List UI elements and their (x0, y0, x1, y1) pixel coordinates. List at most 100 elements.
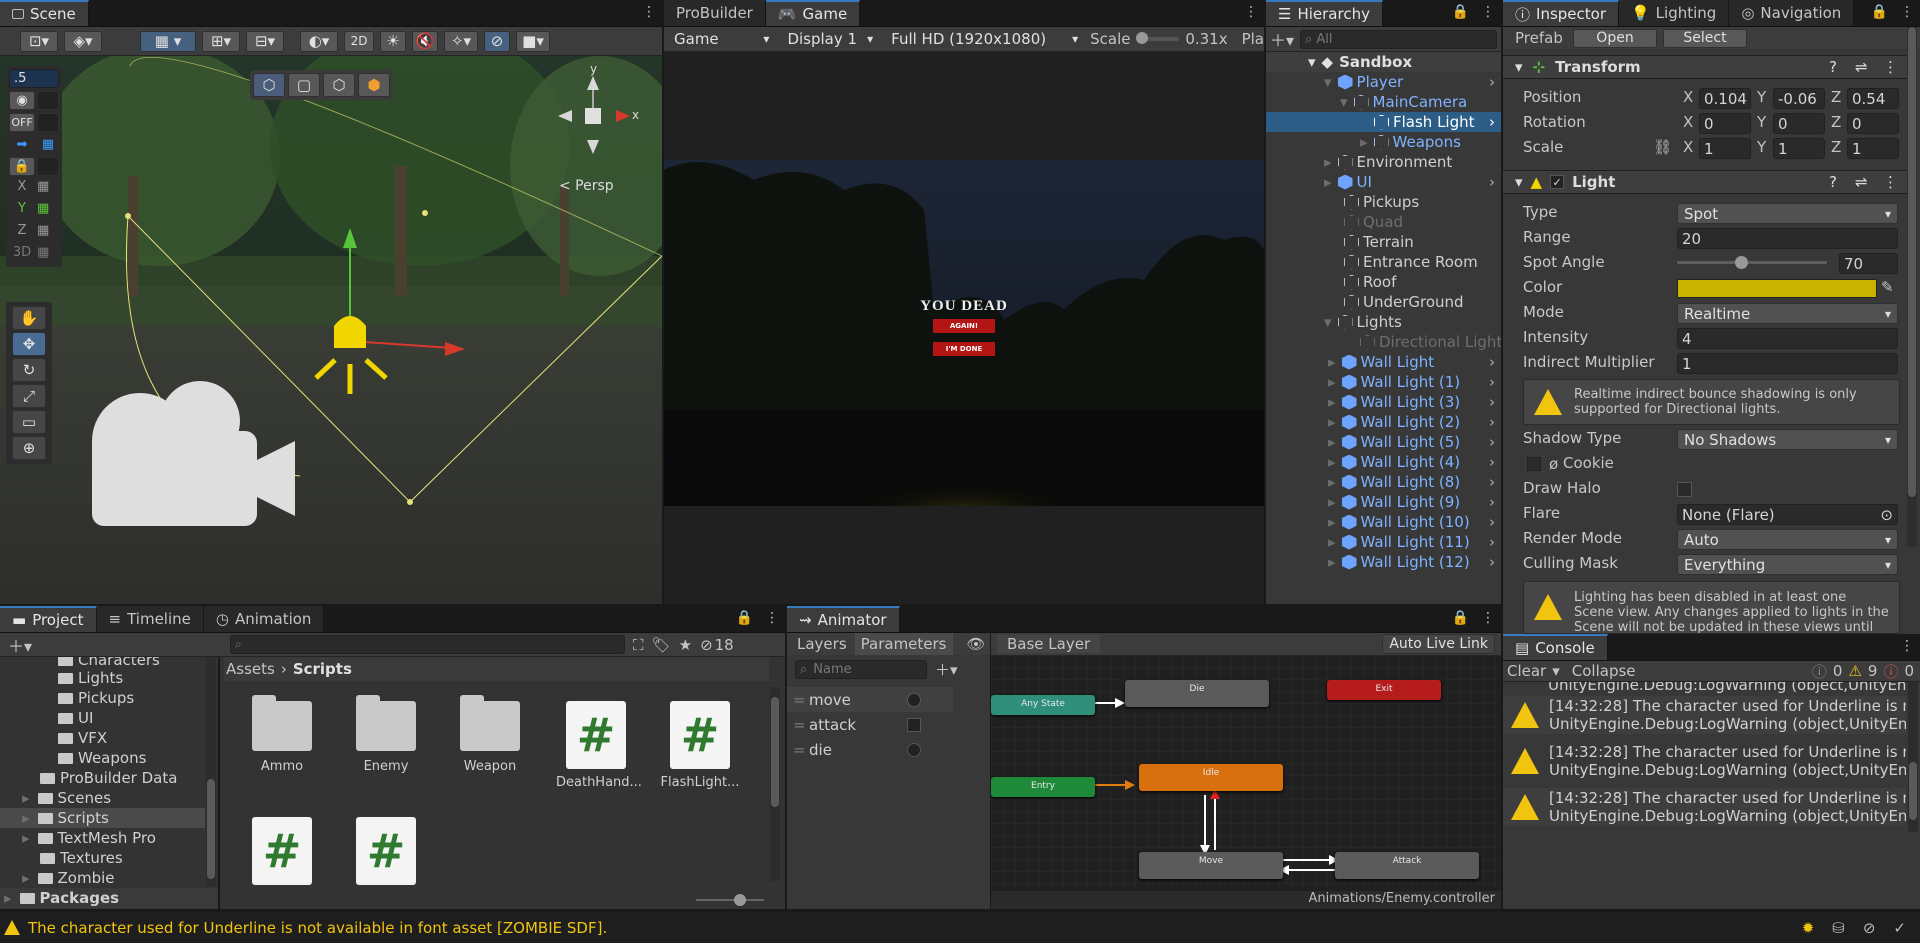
visibility-toggle-row[interactable]: ◉ (9, 91, 59, 110)
tab-layers[interactable]: Layers (791, 633, 853, 655)
more-icon[interactable]: ⋮ (1481, 610, 1495, 626)
chevron-right-icon[interactable]: › (1489, 113, 1495, 131)
toggle-2d-button[interactable]: 2D (344, 30, 374, 52)
lock-icon[interactable]: 🔒 (1871, 4, 1888, 20)
preset-icon[interactable]: ⇌ (1855, 58, 1868, 76)
hierarchy-row-quad[interactable]: Quad (1266, 212, 1501, 232)
rect-tool-icon[interactable]: ▭ (12, 410, 46, 434)
halo-checkbox[interactable] (1677, 482, 1692, 497)
indirect-field[interactable]: 1 (1677, 353, 1898, 374)
hierarchy-row-maincamera[interactable]: ▾ MainCamera (1266, 92, 1501, 112)
base-layer-breadcrumb[interactable]: Base Layer (997, 635, 1101, 653)
shadow-type-dropdown[interactable]: No Shadows (1677, 429, 1898, 450)
spot-angle-field[interactable]: 70 (1839, 253, 1898, 274)
position-x-field[interactable]: 0.104 (1699, 88, 1751, 109)
shading-button[interactable]: ◈▾ (64, 30, 102, 52)
hierarchy-row-wall-light-4[interactable]: ▸ Wall Light (4) › (1266, 452, 1501, 472)
off-toggle-row[interactable]: OFF (9, 113, 59, 132)
camera-settings-icon[interactable]: ■▾ (516, 30, 550, 52)
tab-timeline[interactable]: ≡ Timeline (96, 606, 204, 632)
hierarchy-row-pickups[interactable]: Pickups (1266, 192, 1501, 212)
hierarchy-row-wall-light-1[interactable]: ▸ Wall Light (1) › (1266, 372, 1501, 392)
error-filter-icon[interactable]: ⓘ (1883, 661, 1898, 682)
add-param-icon[interactable]: ＋▾ (935, 659, 958, 680)
tab-parameters[interactable]: Parameters (854, 633, 953, 655)
hierarchy-row-wall-light-11[interactable]: ▸ Wall Light (11) › (1266, 532, 1501, 552)
gizmo-orientation[interactable]: y x (548, 62, 639, 160)
position-z-field[interactable]: 0.54 (1847, 88, 1899, 109)
lock-row[interactable]: 🔒 (9, 157, 59, 176)
state-any-state[interactable]: Any State (991, 695, 1095, 715)
tree-item-weapons[interactable]: Weapons (58, 748, 146, 768)
tab-navigation[interactable]: ◎ Navigation (1729, 0, 1855, 26)
axis-y-row[interactable]: Y ▦ (9, 201, 59, 220)
hierarchy-search-input[interactable]: ⌕ All (1300, 29, 1497, 49)
eye-icon[interactable]: 👁 (967, 635, 986, 653)
increment-button[interactable]: ⊟▾ (246, 30, 284, 52)
tab-probuilder[interactable]: ProBuilder (664, 0, 766, 26)
state-move[interactable]: Move (1139, 852, 1283, 879)
state-attack[interactable]: Attack (1335, 852, 1479, 879)
hierarchy-row-wall-light-12[interactable]: ▸ Wall Light (12) › (1266, 552, 1501, 572)
tree-scrollbar[interactable] (206, 657, 216, 887)
drag-handle-icon[interactable]: = (793, 716, 806, 734)
edge-mode-icon[interactable]: ⬡ (323, 73, 355, 97)
scale-x-field[interactable]: 1 (1699, 138, 1751, 159)
hierarchy-row-wall-light[interactable]: ▸ Wall Light › (1266, 352, 1501, 372)
filter-label-icon[interactable]: 🏷 (652, 636, 671, 654)
chevron-right-icon[interactable]: › (1489, 413, 1495, 431)
help-icon[interactable]: ? (1829, 58, 1837, 76)
more-icon[interactable]: ⋮ (1900, 638, 1914, 654)
clear-button[interactable]: Clear (1507, 662, 1546, 680)
transform-tool-icon[interactable]: ⊕ (12, 436, 46, 460)
scale-slider[interactable] (1136, 32, 1180, 44)
tree-item-scripts[interactable]: ▸ Scripts (0, 808, 205, 828)
eyedropper-icon[interactable]: ✎ (1881, 278, 1894, 296)
tab-animator[interactable]: ⇝ Animator (787, 606, 900, 632)
favorite-icon[interactable]: ★ (679, 636, 692, 654)
vertex-mode-icon[interactable]: ▢ (288, 73, 320, 97)
hierarchy-row-player[interactable]: ▾ Player › (1266, 72, 1501, 92)
object-picker-icon[interactable]: ⊙ (1880, 506, 1893, 524)
draw-mode-button[interactable]: ◐▾ (300, 30, 338, 52)
auto-live-link-button[interactable]: Auto Live Link (1382, 634, 1495, 654)
transform-header[interactable]: ▾ ⊹ Transform ? ⇌ ⋮ (1503, 55, 1913, 79)
scale-y-field[interactable]: 1 (1773, 138, 1825, 159)
tree-item-zombie[interactable]: ▸ Zombie (22, 868, 115, 888)
hierarchy-row-weapons[interactable]: ▸ Weapons (1266, 132, 1501, 152)
mode-dropdown[interactable]: Realtime (1677, 303, 1898, 324)
hierarchy-row-entrance-room[interactable]: Entrance Room (1266, 252, 1501, 272)
trigger-radio[interactable] (907, 742, 921, 757)
hierarchy-row-wall-light-9[interactable]: ▸ Wall Light (9) › (1266, 492, 1501, 512)
breadcrumb-scripts[interactable]: Scripts (293, 660, 352, 678)
audio-toggle-icon[interactable]: 🔇 (412, 30, 438, 52)
snap-value-field[interactable]: .5 (9, 69, 59, 88)
state-die[interactable]: Die (1125, 680, 1269, 707)
culling-mask-dropdown[interactable]: Everything (1677, 554, 1898, 575)
tree-item-pickups[interactable]: Pickups (58, 688, 134, 708)
tab-scene[interactable]: Scene (0, 0, 89, 26)
3d-row[interactable]: 3D ▦ (9, 245, 59, 264)
hierarchy-row-wall-light-3[interactable]: ▸ Wall Light (3) › (1266, 392, 1501, 412)
axis-z-row[interactable]: Z ▦ (9, 223, 59, 242)
tab-console[interactable]: ▤ Console (1503, 634, 1608, 660)
asset-script-6[interactable]: # (242, 817, 322, 885)
state-entry[interactable]: Entry (991, 777, 1095, 797)
status-message[interactable]: The character used for Underline is not … (28, 919, 607, 937)
foldout-icon[interactable]: ▾ (1515, 173, 1523, 191)
tab-lighting[interactable]: 💡 Lighting (1618, 0, 1730, 26)
tab-hierarchy[interactable]: ☰ Hierarchy (1266, 0, 1383, 26)
light-header[interactable]: ▾ ▲ ✓ Light ? ⇌ ⋮ (1503, 170, 1913, 194)
spot-angle-slider[interactable] (1677, 256, 1827, 269)
inspector-scrollbar[interactable] (1907, 27, 1917, 547)
hierarchy-row-wall-light-8[interactable]: ▸ Wall Light (8) › (1266, 472, 1501, 492)
rotation-y-field[interactable]: 0 (1773, 113, 1825, 134)
hierarchy-row-wall-light-10[interactable]: ▸ Wall Light (10) › (1266, 512, 1501, 532)
prefab-open-button[interactable]: Open (1573, 28, 1657, 48)
help-icon[interactable]: ? (1829, 173, 1837, 191)
hierarchy-row-lights[interactable]: ▾ Lights (1266, 312, 1501, 332)
more-icon[interactable]: ⋮ (1244, 4, 1258, 20)
console-entry[interactable]: [14:32:28] The character used for Underl… (1503, 788, 1906, 826)
face-mode-icon[interactable]: ⬢ (358, 73, 390, 97)
hierarchy-row-roof[interactable]: Roof (1266, 272, 1501, 292)
